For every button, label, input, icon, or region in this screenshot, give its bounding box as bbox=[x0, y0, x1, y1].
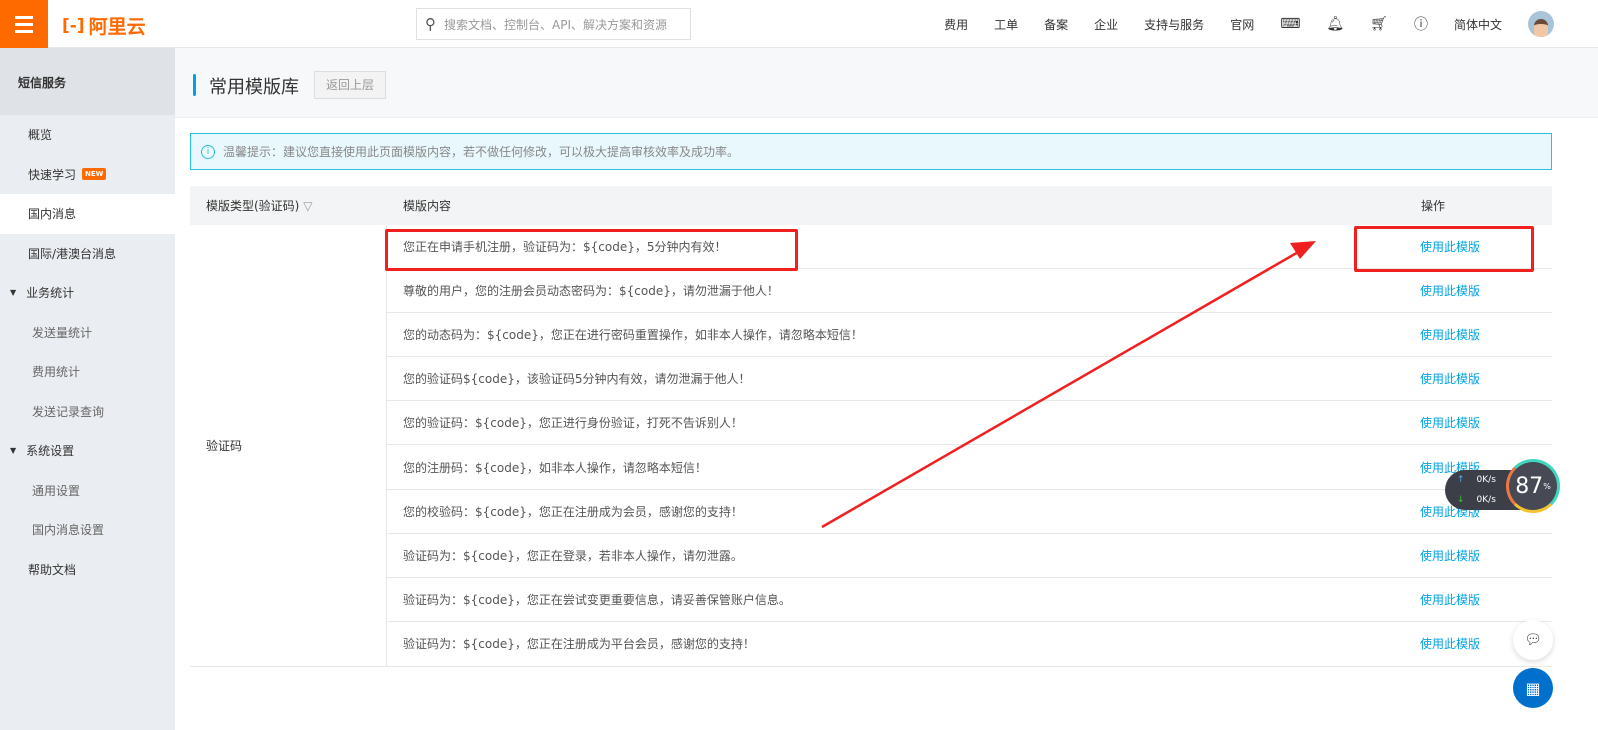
apps-icon: ▦ bbox=[1525, 678, 1541, 698]
upload-speed: 0K/s bbox=[1476, 475, 1496, 485]
upload-arrow-icon: ↑ bbox=[1457, 475, 1465, 485]
apps-button[interactable]: ▦ bbox=[1513, 668, 1553, 708]
gauge-value: 87 bbox=[1515, 473, 1544, 499]
memory-gauge[interactable]: 87% bbox=[1506, 459, 1560, 521]
gauge-unit: % bbox=[1543, 481, 1551, 491]
chat-button[interactable]: 💬︎ bbox=[1513, 620, 1553, 660]
chat-icon: 💬︎ bbox=[1524, 632, 1542, 648]
download-arrow-icon: ↓ bbox=[1457, 495, 1465, 505]
annotation-arrow bbox=[821, 241, 1316, 529]
download-speed: 0K/s bbox=[1476, 495, 1496, 505]
